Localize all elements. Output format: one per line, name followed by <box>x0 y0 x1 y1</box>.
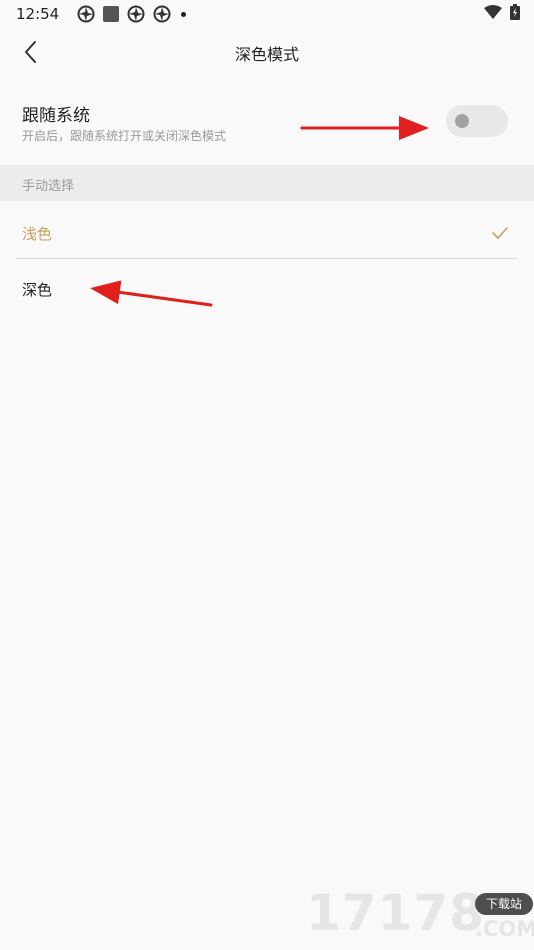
watermark-domain: .COM <box>475 917 534 941</box>
app-header: 深色模式 <box>0 28 534 78</box>
dot-icon <box>181 11 187 17</box>
status-bar: 12:54 <box>0 0 534 28</box>
toggle-knob <box>455 114 469 128</box>
watermark: 17178 下载站 .COM <box>306 888 534 950</box>
option-dark-label: 深色 <box>22 281 53 299</box>
wifi-icon <box>484 5 502 19</box>
page-title: 深色模式 <box>234 45 299 64</box>
status-right <box>484 4 520 20</box>
manual-section-header: 手动选择 <box>0 165 534 201</box>
watermark-badge: 下载站 <box>475 893 533 915</box>
square-icon <box>103 6 120 22</box>
aperture-icon <box>127 5 145 23</box>
option-light-label: 浅色 <box>22 225 53 243</box>
check-icon <box>492 227 508 239</box>
manual-section-label: 手动选择 <box>22 179 75 194</box>
watermark-numbers: 17178 <box>306 884 485 942</box>
aperture-icon <box>77 5 95 23</box>
follow-system-row: 跟随系统 开启后，跟随系统打开或关闭深色模式 <box>0 78 534 164</box>
follow-system-subtitle: 开启后，跟随系统打开或关闭深色模式 <box>22 129 227 143</box>
battery-icon <box>510 4 520 20</box>
follow-system-title: 跟随系统 <box>22 106 90 126</box>
aperture-icon <box>153 5 171 23</box>
option-dark[interactable]: 深色 <box>0 259 534 315</box>
follow-system-toggle[interactable] <box>446 105 508 137</box>
status-time: 12:54 <box>16 5 60 23</box>
option-light[interactable]: 浅色 <box>0 201 534 258</box>
